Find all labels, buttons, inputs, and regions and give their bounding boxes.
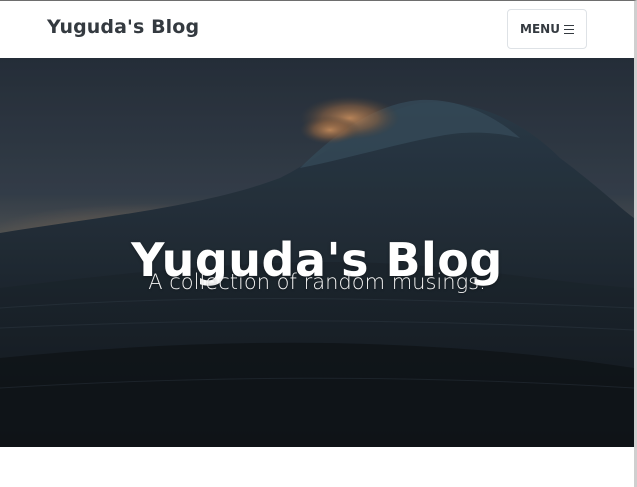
navbar: Yuguda's Blog MENU bbox=[0, 1, 634, 58]
hamburger-icon bbox=[563, 24, 574, 35]
brand-link[interactable]: Yuguda's Blog bbox=[47, 16, 199, 38]
browser-viewport: Yuguda's Blog MENU Yuguda's Blog A colle… bbox=[0, 0, 637, 487]
hero-subtitle: A collection of random musings. bbox=[148, 270, 486, 294]
menu-button[interactable]: MENU bbox=[507, 9, 587, 49]
menu-label: MENU bbox=[520, 22, 560, 36]
hero-header: Yuguda's Blog A collection of random mus… bbox=[0, 58, 634, 447]
